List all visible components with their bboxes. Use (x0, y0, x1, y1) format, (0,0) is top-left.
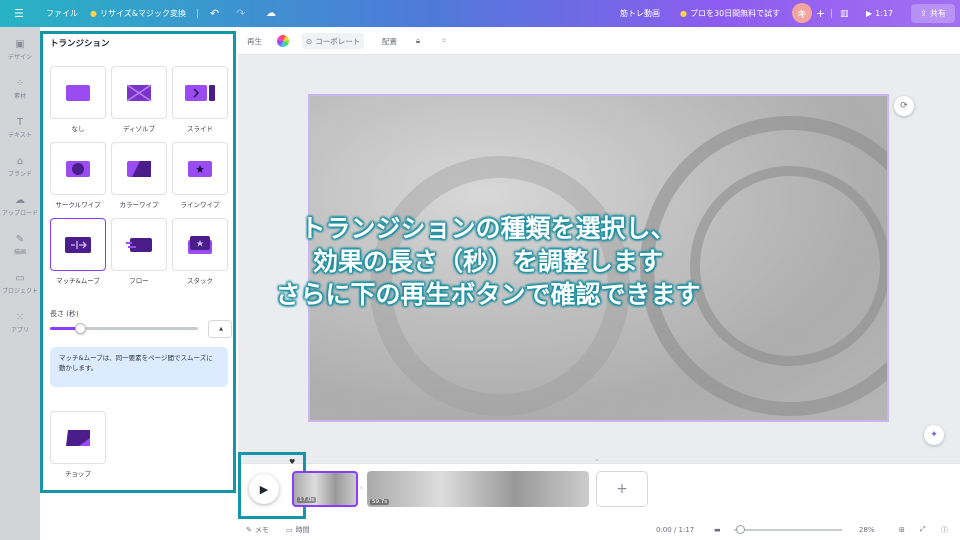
memo-label: メモ (254, 525, 269, 534)
lock-icon[interactable]: 🔒︎ (416, 27, 420, 55)
caption-line-3: さらに下の再生ボタンで確認できます (275, 280, 701, 309)
refresh-icon[interactable]: ⟳ (894, 96, 914, 116)
position-button[interactable]: 配置 (382, 27, 397, 55)
rail-item-label: 素材 (13, 92, 26, 100)
hamburger-icon[interactable]: ☰ (14, 0, 24, 27)
undo-icon[interactable]: ↶ (210, 0, 219, 27)
collaborate-label: コーポレート (315, 36, 361, 46)
instruction-caption: トランジションの種類を選択し、 効果の長さ（秒）を調整します さらに下の再生ボタ… (188, 212, 788, 311)
rail-item-text[interactable]: T テキスト (0, 110, 40, 146)
document-title[interactable]: 筋トレ動画 (620, 0, 660, 27)
avatar[interactable]: キ (792, 3, 812, 23)
timer-icon: ▭ (286, 525, 293, 534)
clip-duration: 59.7s (370, 499, 390, 505)
add-clip-button[interactable]: + (596, 471, 648, 507)
top-bar: ☰ ファイル ● リサイズ&マジック変換 ↶ ↷ ☁ 筋トレ動画 ● プロを30… (0, 0, 960, 27)
magic-resize-label: リサイズ&マジック変換 (99, 9, 186, 18)
rail-item-draw[interactable]: ✎ 描画 (0, 227, 40, 263)
crown-icon: ● (90, 9, 97, 18)
memo-button[interactable]: ✎ メモ (246, 519, 269, 540)
share-label: 共有 (929, 9, 946, 18)
rail-item-elements[interactable]: ⁘ 素材 (0, 71, 40, 107)
present-duration: 1:17 (875, 9, 894, 18)
caption-line-1: トランジションの種類を選択し、 (300, 214, 676, 243)
folder-icon: ▭ (15, 272, 25, 284)
upload-icon: ⇪ (920, 9, 927, 18)
magic-resize-button[interactable]: ● リサイズ&マジック変換 (90, 0, 186, 27)
timer-label: 時間 (295, 525, 310, 534)
zoom-level[interactable]: 28% (859, 519, 875, 540)
crown-icon: ● (680, 9, 687, 18)
rail-item-label: ブランド (7, 170, 32, 178)
timeline-view-icon[interactable]: ▬ (714, 519, 721, 540)
link-icon: ⊙ (306, 36, 313, 46)
pro-trial-button[interactable]: ● プロを30日間無料で試す (680, 0, 780, 27)
transition-marker-icon[interactable]: ♥ (289, 458, 295, 466)
editor-toolbar: 再生 ⊙ コーポレート 配置 🔒︎ ⌗ (238, 27, 960, 55)
chevron-right-icon: › (360, 484, 363, 492)
brand-icon: ⌂ (16, 155, 24, 167)
rail-item-label: デザイン (7, 53, 32, 61)
zoom-slider-handle[interactable] (736, 524, 745, 534)
caption-line-2: 効果の長さ（秒）を調整します (312, 247, 663, 276)
design-icon: ▣ (15, 38, 25, 50)
redo-icon[interactable]: ↷ (236, 0, 245, 27)
draw-icon: ✎ (15, 233, 25, 245)
rail-item-label: 描画 (13, 248, 26, 256)
rail-item-label: プロジェクト (1, 287, 38, 295)
rail-item-label: アップロード (1, 209, 38, 217)
rail-item-design[interactable]: ▣ デザイン (0, 32, 40, 68)
rail-item-brand[interactable]: ⌂ ブランド (0, 149, 40, 185)
fullscreen-icon[interactable]: ⤢ (920, 519, 926, 540)
share-button[interactable]: ⇪ 共有 (911, 4, 955, 23)
rail-item-apps[interactable]: ⁙ アプリ (0, 305, 40, 341)
left-rail: ▣ デザイン ⁘ 素材 T テキスト ⌂ ブランド ☁ アップロード ✎ 描画 … (0, 27, 40, 540)
format-painter-icon[interactable]: ⌗ (442, 27, 446, 55)
elements-icon: ⁘ (15, 77, 25, 89)
timer-button[interactable]: ▭ 時間 (286, 519, 310, 540)
timeline-clip-1[interactable]: 17.0s (292, 471, 358, 507)
zoom-slider[interactable] (734, 519, 842, 540)
play-tool[interactable]: 再生 (247, 27, 262, 55)
collaborate-button[interactable]: ⊙ コーポレート (302, 33, 365, 49)
rail-item-upload[interactable]: ☁ アップロード (0, 188, 40, 224)
chevron-down-icon[interactable]: ⌄ (594, 455, 600, 463)
upload-icon: ☁ (15, 194, 25, 206)
file-menu[interactable]: ファイル (46, 0, 78, 27)
bottom-bar: ✎ メモ ▭ 時間 0:00 / 1:17 ▬ 28% ⊞ ⤢ ⓘ (238, 519, 960, 540)
color-wheel-icon (277, 35, 289, 47)
apps-icon: ⁙ (15, 311, 25, 323)
rail-item-label: アプリ (10, 326, 29, 334)
rail-item-label: テキスト (8, 131, 32, 139)
memo-icon: ✎ (246, 525, 252, 534)
grid-view-icon[interactable]: ⊞ (899, 519, 905, 540)
present-button[interactable]: ▶ 1:17 (866, 0, 893, 27)
time-readout: 0:00 / 1:17 (656, 525, 695, 534)
zoom-slider-track (734, 524, 842, 534)
cloud-icon: ☁ (266, 8, 276, 19)
magic-assistant-icon[interactable]: ✦ (924, 425, 944, 445)
text-icon: T (16, 116, 24, 128)
help-icon[interactable]: ⓘ (941, 519, 948, 540)
bar-chart-icon[interactable]: ▥ (840, 0, 849, 27)
color-picker[interactable] (277, 27, 289, 55)
plus-icon[interactable]: + (816, 0, 825, 27)
rail-item-projects[interactable]: ▭ プロジェクト (0, 266, 40, 302)
clip-duration: 17.0s (297, 497, 317, 503)
timeline-clip-2[interactable]: 59.7s (367, 471, 589, 507)
play-icon: ▶ (866, 9, 873, 18)
pro-trial-label: プロを30日間無料で試す (689, 9, 781, 18)
